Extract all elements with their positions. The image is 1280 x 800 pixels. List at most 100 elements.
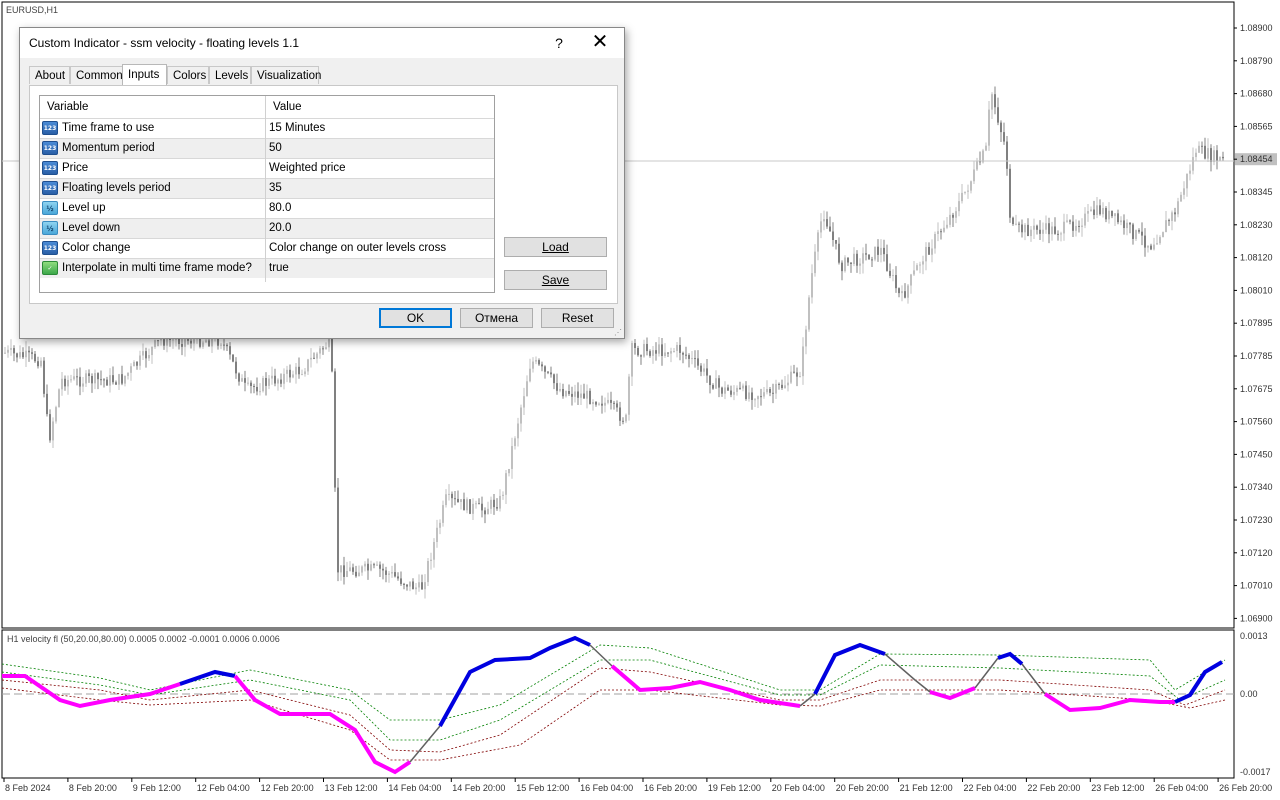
integer-type-icon: 123	[42, 241, 58, 255]
candle-body	[346, 570, 348, 577]
cancel-button[interactable]: Отмена	[460, 308, 533, 328]
help-button[interactable]: ?	[548, 32, 570, 54]
time-tick-label: 16 Feb 04:00	[580, 783, 633, 793]
candle-body	[1174, 212, 1176, 215]
resize-grip-icon[interactable]: ⋰	[614, 328, 622, 337]
input-value[interactable]: 15 Minutes	[269, 122, 325, 134]
input-row[interactable]: ½ Level up 80.0	[40, 198, 494, 218]
candle-body	[238, 373, 240, 382]
tab-common[interactable]: Common	[70, 66, 124, 84]
candle-body	[250, 382, 252, 387]
candle-body	[847, 257, 849, 263]
input-value[interactable]: true	[269, 262, 289, 274]
candle-body	[580, 393, 582, 398]
candle-body	[640, 355, 642, 357]
input-row[interactable]: 123 Momentum period 50	[40, 138, 494, 158]
candle-body	[1117, 213, 1119, 223]
ok-button[interactable]: OK	[379, 308, 452, 328]
column-separator[interactable]	[265, 96, 266, 282]
candle-body	[991, 94, 993, 110]
candle-body	[862, 253, 864, 264]
candle-body	[595, 402, 597, 405]
candle-body	[907, 285, 909, 298]
candle-body	[1003, 132, 1005, 142]
input-row[interactable]: 123 Time frame to use 15 Minutes	[40, 118, 494, 138]
candle-body	[277, 379, 279, 384]
input-value[interactable]: 50	[269, 142, 282, 154]
candle-body	[961, 192, 963, 202]
tab-levels[interactable]: Levels	[209, 66, 251, 84]
candle-body	[634, 343, 636, 348]
input-row[interactable]: 123 Color change Color change on outer lev…	[40, 238, 494, 258]
candle-body	[856, 253, 858, 266]
tab-colors[interactable]: Colors	[167, 66, 209, 84]
candle-body	[205, 340, 207, 343]
candle-body	[388, 573, 390, 575]
candle-body	[469, 499, 471, 514]
candle-body	[958, 201, 960, 212]
candle-body	[619, 407, 621, 421]
candle-body	[571, 393, 573, 397]
candle-body	[301, 374, 303, 376]
candle-body	[208, 340, 210, 347]
candle-body	[826, 219, 828, 227]
candle-body	[55, 407, 57, 422]
tab-visualization[interactable]: Visualization	[251, 66, 321, 84]
candle-body	[550, 372, 552, 375]
candle-body	[637, 347, 639, 356]
candle-body	[268, 378, 270, 386]
close-icon[interactable]: ✕	[586, 31, 614, 55]
time-tick-label: 15 Feb 12:00	[516, 783, 569, 793]
input-value[interactable]: Weighted price	[269, 162, 346, 174]
price-tick-label: 1.07895	[1240, 318, 1273, 328]
candle-body	[1105, 208, 1107, 220]
input-value[interactable]: 35	[269, 182, 282, 194]
tab-about[interactable]: About	[29, 66, 70, 84]
candle-body	[454, 498, 456, 500]
integer-type-icon: 123	[42, 181, 58, 195]
input-row[interactable]: ✓ Interpolate in multi time frame mode? tr…	[40, 258, 494, 278]
candle-body	[931, 248, 933, 255]
indicator-subwindow-frame	[1, 629, 1235, 779]
candle-body	[220, 344, 222, 346]
reset-button[interactable]: Reset	[541, 308, 614, 328]
candle-body	[247, 382, 249, 384]
price-tick-label: 1.07230	[1240, 515, 1273, 525]
double-type-icon: ½	[42, 221, 58, 235]
candle-body	[1018, 223, 1020, 225]
candle-body	[1207, 148, 1209, 159]
input-value[interactable]: Color change on outer levels cross	[269, 242, 446, 254]
inputs-grid[interactable]: Variable Value 123 Time frame to use 15 Mi…	[39, 95, 495, 293]
save-button[interactable]: Save	[504, 270, 607, 290]
candle-body	[130, 366, 132, 373]
candle-body	[1138, 230, 1140, 232]
input-row[interactable]: 123 Floating levels period 35	[40, 178, 494, 198]
load-button[interactable]: Load	[504, 237, 607, 257]
input-row[interactable]: 123 Price Weighted price	[40, 158, 494, 178]
price-tick-label: 1.07675	[1240, 384, 1273, 394]
candle-body	[82, 383, 84, 387]
candle-body	[472, 503, 474, 514]
candle-body	[574, 391, 576, 397]
candle-body	[382, 568, 384, 571]
input-row[interactable]: ½ Level down 20.0	[40, 218, 494, 238]
candle-body	[598, 403, 600, 405]
column-header-value[interactable]: Value	[273, 101, 302, 113]
price-tick-label: 1.08790	[1240, 56, 1273, 66]
candle-body	[838, 243, 840, 263]
candle-body	[307, 359, 309, 372]
tab-inputs[interactable]: Inputs	[122, 64, 167, 85]
candle-body	[694, 358, 696, 360]
column-header-variable[interactable]: Variable	[47, 101, 88, 113]
candle-body	[1069, 220, 1071, 222]
load-button-label: Load	[542, 240, 569, 254]
candle-body	[322, 348, 324, 350]
input-value[interactable]: 20.0	[269, 222, 291, 234]
candle-body	[304, 371, 306, 375]
candle-body	[928, 246, 930, 255]
input-value[interactable]: 80.0	[269, 202, 291, 214]
dialog-titlebar[interactable]: Custom Indicator - ssm velocity - floati…	[20, 28, 624, 58]
integer-type-icon: 123	[42, 141, 58, 155]
price-tick-label: 1.07560	[1240, 417, 1273, 427]
candle-body	[232, 354, 234, 362]
